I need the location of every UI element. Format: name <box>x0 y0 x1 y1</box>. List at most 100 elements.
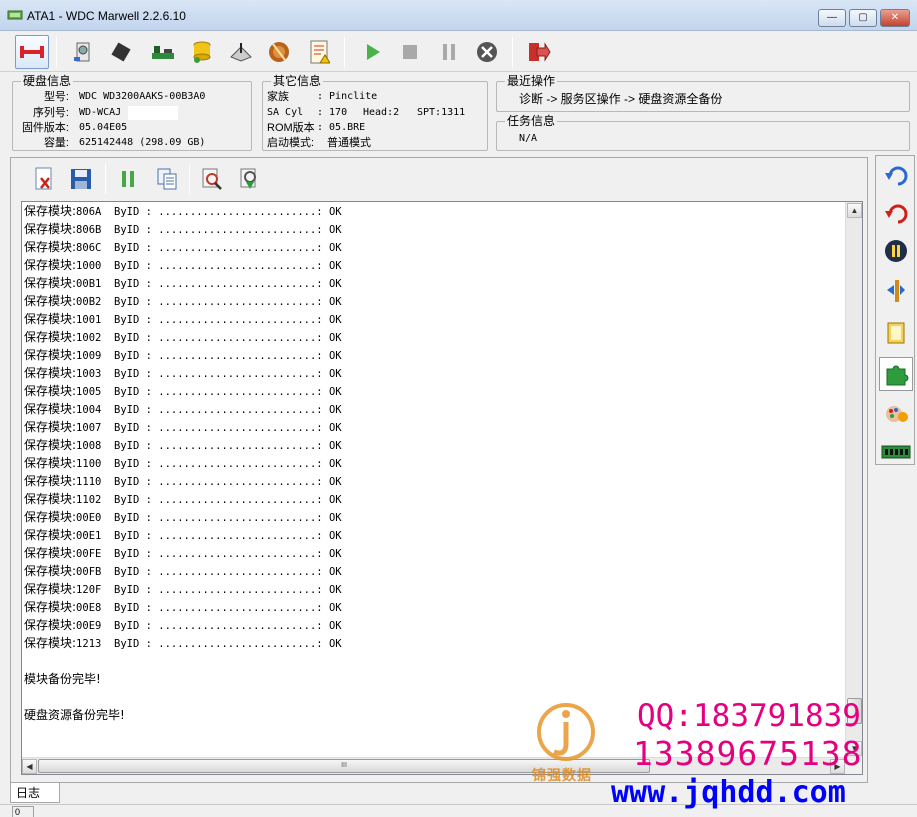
log-status: OK <box>328 530 342 542</box>
log-line: 保存模块:1004 ByID : .......................… <box>24 400 342 418</box>
right-sidebar <box>875 155 915 465</box>
window-title: ATA1 - WDC Marwell 2.2.6.10 <box>27 9 186 23</box>
disk-info-group: 硬盘信息 型号: WDC WD3200AAKS-00B3A0 序列号: WD-W… <box>12 74 252 151</box>
task-info-group: 任务信息 N/A <box>496 114 910 151</box>
log-module-id: 1005 <box>76 386 102 398</box>
scroll-up-icon[interactable]: ▲ <box>847 203 862 218</box>
log-module-id: 120F <box>76 584 102 596</box>
log-line: 保存模块:1008 ByID : .......................… <box>24 436 342 454</box>
toolbar-separator <box>344 37 345 67</box>
close-button[interactable]: ✕ <box>880 9 910 27</box>
log-line: 保存模块:1213 ByID : .......................… <box>24 634 342 652</box>
redo-button[interactable] <box>879 196 913 230</box>
disc-button[interactable] <box>262 35 296 69</box>
maximize-button[interactable]: ▢ <box>849 9 877 27</box>
plugin-button[interactable] <box>879 357 913 391</box>
brand-name: 锦强数据 <box>532 767 592 783</box>
log-module-id: 00E8 <box>76 602 102 614</box>
log-resource-done: 硬盘资源备份完毕! <box>24 708 125 722</box>
log-line: 保存模块:1002 ByID : .......................… <box>24 328 342 346</box>
save-log-button[interactable] <box>66 162 96 196</box>
search-next-icon <box>240 168 256 189</box>
memory-button[interactable] <box>879 435 913 469</box>
log-prefix: 保存模块: <box>24 258 77 272</box>
log-module-id: 1008 <box>76 440 102 452</box>
log-line: 保存模块:806B ByID : .......................… <box>24 220 342 238</box>
boot-value: 普通模式 <box>327 137 371 149</box>
log-module-id: 1102 <box>76 494 102 506</box>
log-prefix: 保存模块: <box>24 600 77 614</box>
title-bar: ATA1 - WDC Marwell 2.2.6.10 — ▢ ✕ <box>0 0 917 31</box>
main-toolbar <box>0 31 917 72</box>
log-line: 保存模块:806C ByID : .......................… <box>24 238 342 256</box>
cancel-button[interactable] <box>470 35 504 69</box>
log-method: ByID <box>114 548 140 560</box>
connect-button[interactable] <box>15 35 49 69</box>
log-vertical-scrollbar[interactable]: ▲ ▼ <box>845 202 862 758</box>
chip-button[interactable] <box>104 35 138 69</box>
transfer-icon <box>887 280 905 302</box>
log-status: OK <box>328 602 342 614</box>
log-textbox[interactable]: 保存模块: 806A ByID : .......................… <box>21 201 863 775</box>
log-module-id: 806B <box>76 224 102 236</box>
log-line: 保存模块:120F ByID : .......................… <box>24 580 342 598</box>
play-button[interactable] <box>356 35 390 69</box>
board-icon <box>152 46 174 59</box>
write-button[interactable] <box>224 35 258 69</box>
log-method: ByID <box>114 224 140 236</box>
transfer-button[interactable] <box>879 274 913 308</box>
log-status: OK <box>328 422 342 434</box>
log-method: ByID <box>114 584 140 596</box>
log-method: ByID <box>114 566 140 578</box>
log-status: OK <box>328 566 342 578</box>
log-line: 保存模块:1007 ByID : .......................… <box>24 418 342 436</box>
spt-value: SPT:1311 <box>417 107 466 118</box>
log-module-id: 1213 <box>76 638 102 650</box>
pause-icon <box>443 44 455 60</box>
pause-side-button[interactable] <box>879 234 913 268</box>
hdd-button[interactable] <box>66 35 100 69</box>
log-status: OK <box>328 458 342 470</box>
watermark-phone: 13389675138 <box>633 734 863 773</box>
log-module-id: 806A <box>76 206 102 218</box>
log-method: ByID <box>114 386 140 398</box>
log-status: OK <box>328 314 342 326</box>
stop-button[interactable] <box>393 35 427 69</box>
palette-button[interactable] <box>879 397 913 431</box>
copy-log-button[interactable] <box>152 162 182 196</box>
log-prefix: 保存模块: <box>24 240 77 254</box>
stop-icon <box>403 45 417 59</box>
exit-button[interactable] <box>522 35 556 69</box>
notes-button[interactable] <box>879 316 913 350</box>
rom-label: ROM版本 <box>267 122 315 134</box>
log-dots: : .........................: <box>145 350 329 362</box>
log-dots: : .........................: <box>145 440 329 452</box>
log-method: ByID <box>114 512 140 524</box>
log-status: OK <box>328 350 342 362</box>
log-line: 保存模块:1009 ByID : .......................… <box>24 346 342 364</box>
exit-icon <box>529 42 551 62</box>
minimize-button[interactable]: — <box>818 9 846 27</box>
find-button[interactable] <box>197 162 227 196</box>
save-icon <box>71 169 91 189</box>
log-prefix: 保存模块: <box>24 528 77 542</box>
tab-log[interactable]: 日志 <box>10 783 60 803</box>
log-dots: : .........................: <box>145 548 329 560</box>
database-button[interactable] <box>185 35 219 69</box>
pause-button[interactable] <box>432 35 466 69</box>
log-dots: : .........................: <box>145 476 329 488</box>
disc-icon <box>269 42 289 62</box>
pause-log-button[interactable] <box>113 162 143 196</box>
log-line: 保存模块:00E8 ByID : .......................… <box>24 598 342 616</box>
cancel-icon <box>477 42 497 62</box>
log-status: OK <box>328 512 342 524</box>
clear-log-button[interactable] <box>29 162 59 196</box>
task-info-value: N/A <box>519 133 538 144</box>
scroll-left-icon[interactable]: ◀ <box>22 759 37 774</box>
find-next-button[interactable] <box>235 162 265 196</box>
play-icon <box>367 44 380 60</box>
undo-button[interactable] <box>879 158 913 192</box>
board-button[interactable] <box>146 35 180 69</box>
log-dots: : .........................: <box>145 404 329 416</box>
report-button[interactable] <box>302 35 336 69</box>
